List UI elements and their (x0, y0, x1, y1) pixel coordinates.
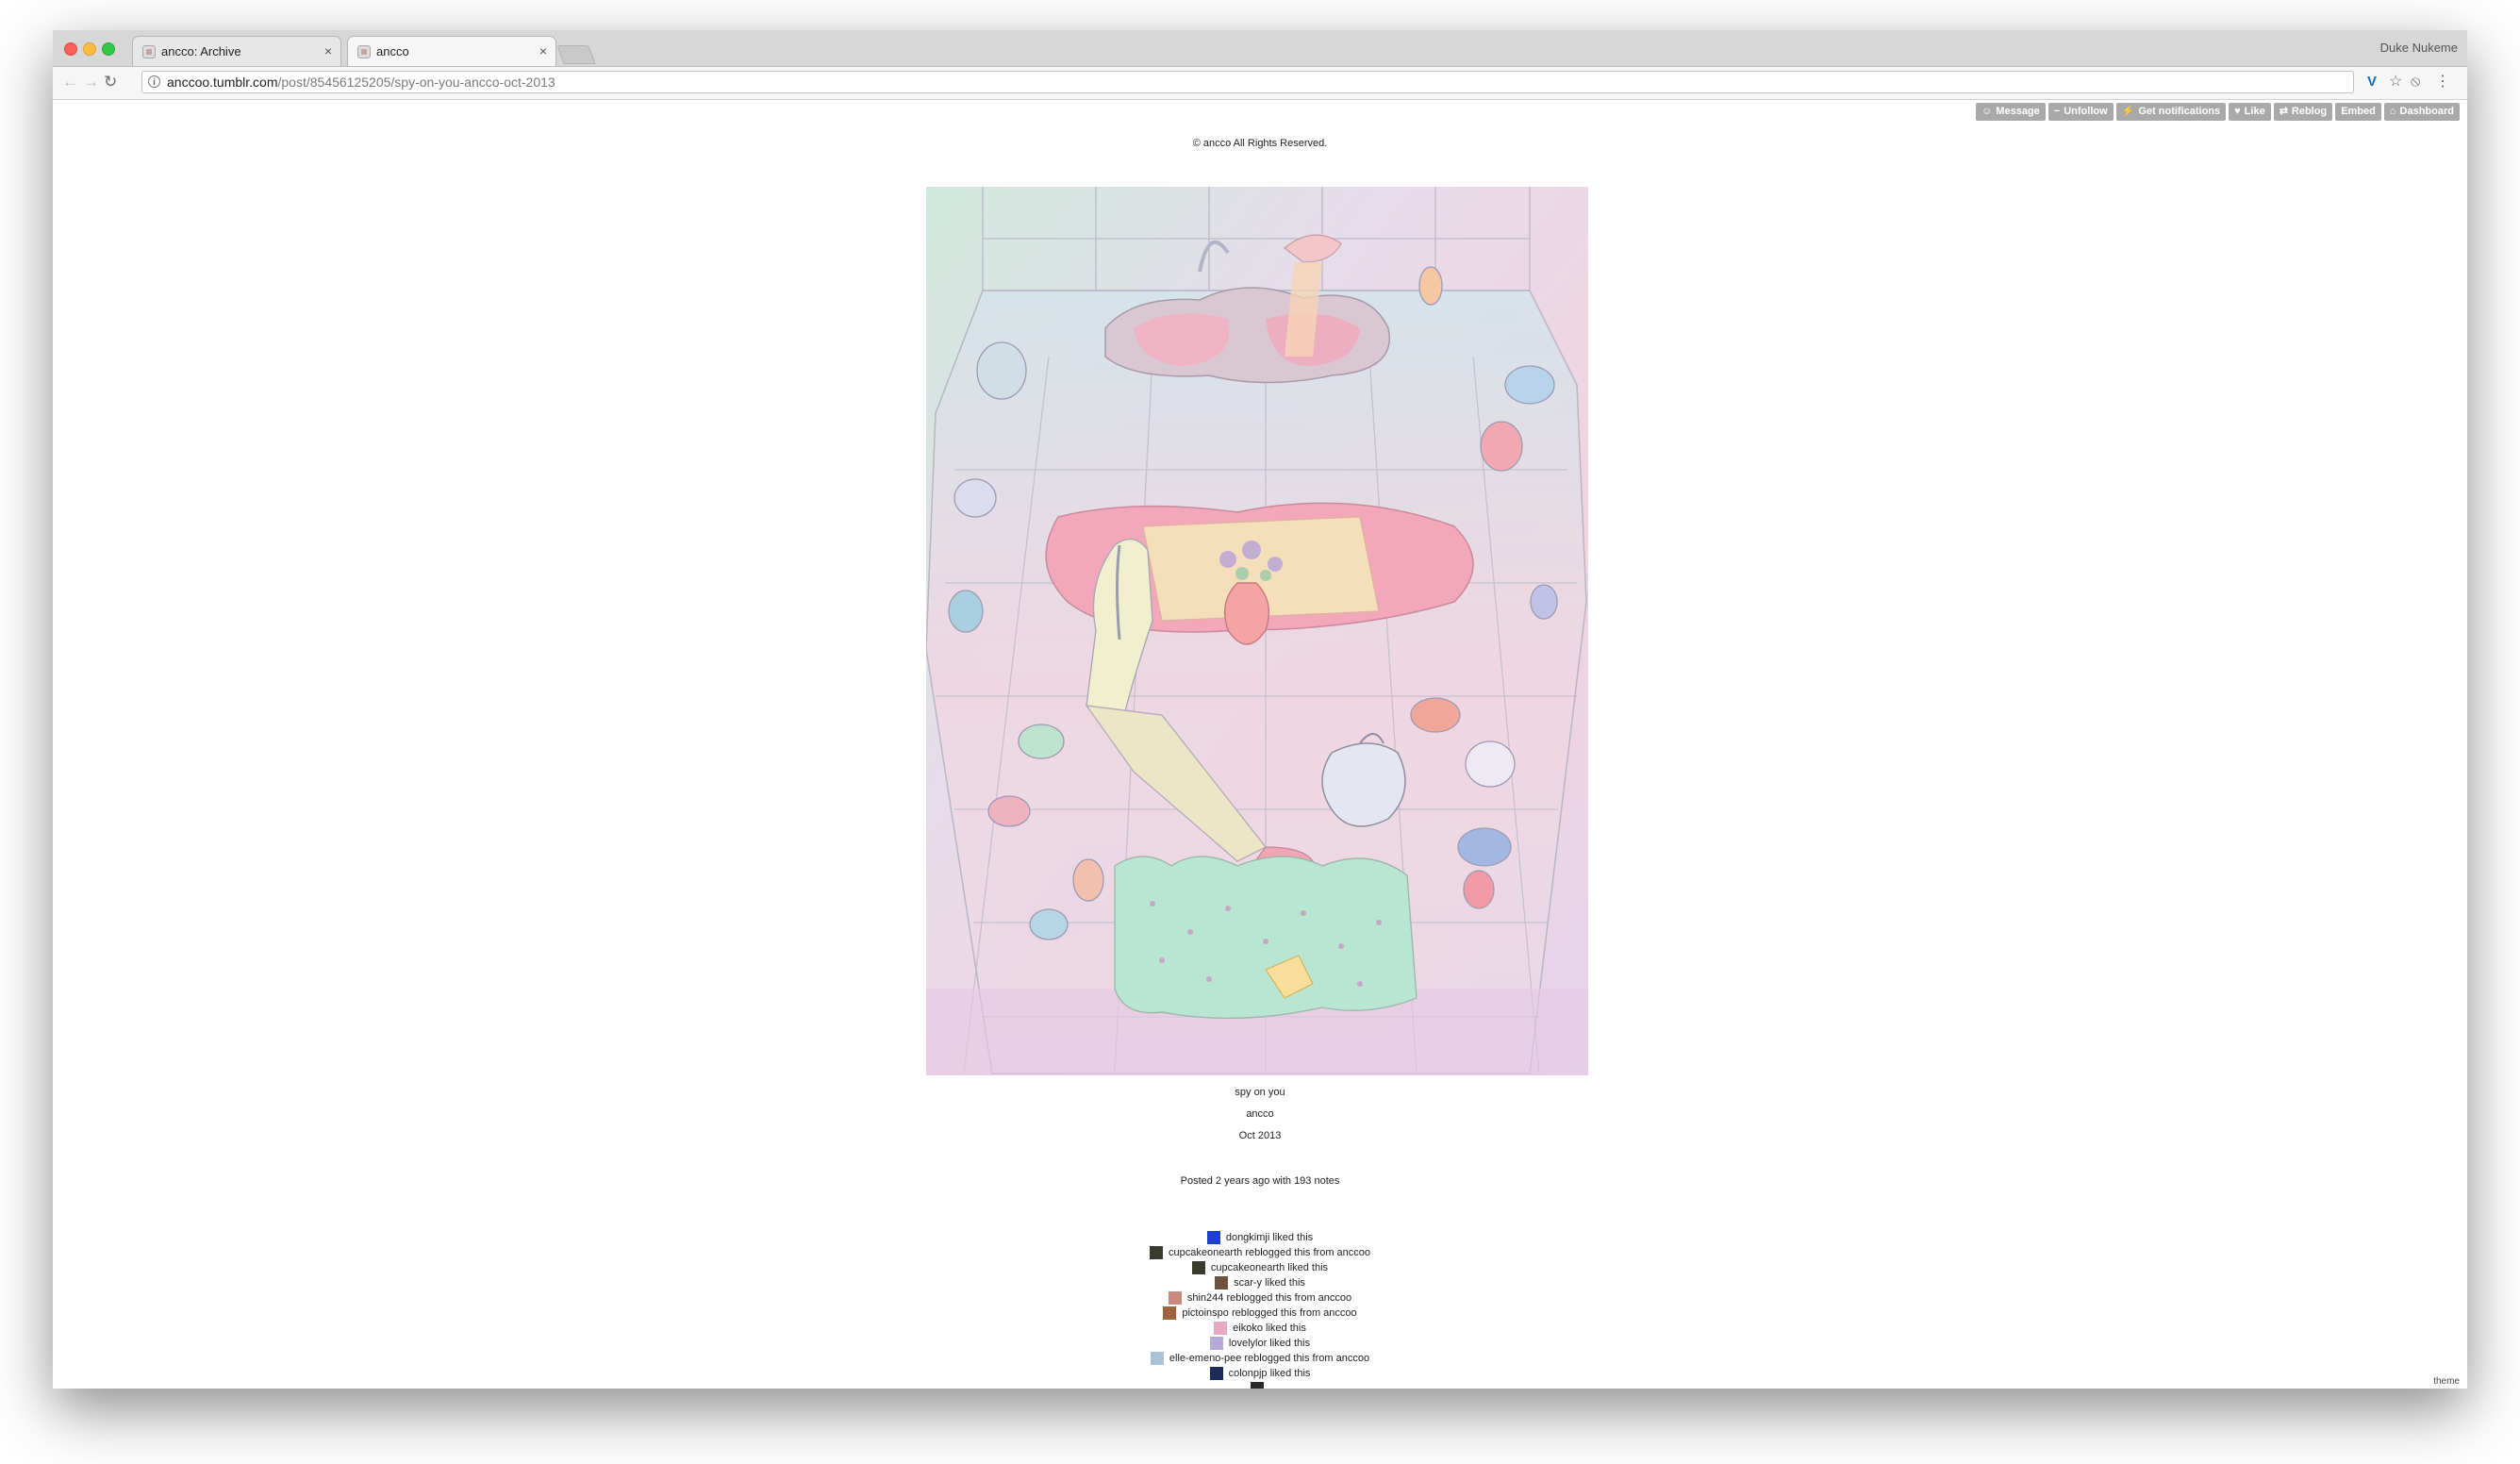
message-icon: ☺ (1981, 106, 1993, 117)
caption-title: spy on you (1235, 1087, 1285, 1098)
browser-menu-icon[interactable]: ⋮ (2435, 74, 2450, 91)
avatar[interactable] (1163, 1306, 1177, 1320)
reblog-label: Reblog (2291, 106, 2328, 117)
embed-button[interactable]: Embed (2335, 103, 2381, 121)
browser-window: ancco: Archive × ancco × Duke Nukeme ← →… (53, 30, 2467, 1389)
note-item[interactable]: shin244 reblogged this from anccoo (53, 1290, 2467, 1306)
avatar[interactable] (1214, 1322, 1228, 1335)
avatar[interactable] (1209, 1367, 1223, 1380)
post-meta[interactable]: Posted 2 years ago with 193 notes (53, 1175, 2467, 1187)
avatar[interactable] (1168, 1291, 1182, 1305)
page-content: ☺ Message − Unfollow ⚡ Get notifications ♥ L… (53, 100, 2467, 1389)
window-minimize-button[interactable] (83, 42, 96, 56)
note-item[interactable]: elle-emeno-pee reblogged this from ancco… (53, 1351, 2467, 1366)
post-artwork-image[interactable] (926, 187, 1588, 1075)
avatar[interactable] (1150, 1352, 1164, 1365)
bookmark-star-icon[interactable]: ☆ (2389, 74, 2402, 91)
tumblr-favicon-icon (142, 45, 156, 58)
like-label: Like (2244, 106, 2265, 117)
tab-title: ancco (376, 44, 409, 58)
back-arrow-icon[interactable]: ← (62, 74, 78, 91)
avatar[interactable] (1209, 1337, 1223, 1350)
tumblr-favicon-icon (357, 45, 371, 58)
like-button[interactable]: ♥ Like (2229, 103, 2271, 121)
lightning-icon: ⚡ (2121, 106, 2135, 117)
tab-strip: ancco: Archive × ancco × Duke Nukeme (53, 30, 2467, 67)
note-text: elle-emeno-pee reblogged this from ancco… (1169, 1353, 1370, 1364)
avatar[interactable] (1251, 1382, 1264, 1389)
note-text: colonpjp liked this (1228, 1368, 1311, 1379)
reload-icon[interactable]: ↻ (104, 74, 117, 91)
close-icon[interactable]: × (539, 43, 547, 58)
copyright-notice: © ancco All Rights Reserved. (1192, 138, 1328, 149)
message-button[interactable]: ☺ Message (1976, 103, 2046, 121)
note-text: lovelylor liked this (1228, 1338, 1311, 1349)
note-text: dongkimji liked this (1225, 1232, 1314, 1243)
info-icon[interactable]: i (148, 75, 160, 88)
new-tab-button[interactable] (556, 45, 596, 64)
tab-ancco[interactable]: ancco × (347, 36, 556, 66)
dashboard-button[interactable]: ⌂ Dashboard (2383, 103, 2460, 121)
note-item[interactable]: cupcakeonearth reblogged this from ancco… (53, 1245, 2467, 1260)
tumblr-controls: ☺ Message − Unfollow ⚡ Get notifications ♥ L… (1976, 103, 2460, 121)
minus-icon: − (2053, 106, 2061, 117)
url-path: /post/85456125205/spy-on-you-ancco-oct-2… (277, 75, 555, 90)
window-maximize-button[interactable] (102, 42, 115, 56)
get-notifications-button[interactable]: ⚡ Get notifications (2115, 103, 2227, 121)
note-item[interactable]: lovelylor liked this (53, 1336, 2467, 1351)
tab-title: ancco: Archive (161, 44, 241, 58)
url-text[interactable]: anccoo.tumblr.com/post/85456125205/spy-o… (167, 75, 555, 90)
unfollow-button[interactable]: − Unfollow (2048, 103, 2114, 121)
vimium-extension-icon[interactable]: V (2367, 74, 2377, 91)
note-text: pictoinspo reblogged this from anccoo (1182, 1307, 1357, 1319)
heart-icon: ♥ (2234, 106, 2241, 117)
message-label: Message (1996, 106, 2040, 117)
close-icon[interactable]: × (324, 43, 332, 58)
caption-artist: ancco (1246, 1108, 1274, 1120)
reblog-button[interactable]: ⇄ Reblog (2273, 103, 2333, 121)
unfollow-label: Unfollow (2064, 106, 2108, 117)
get-notifications-label: Get notifications (2138, 106, 2221, 117)
caption-date: Oct 2013 (1238, 1130, 1282, 1141)
note-text: eikoko liked this (1233, 1323, 1306, 1334)
avatar[interactable] (1215, 1276, 1229, 1289)
note-item[interactable]: cupcakeonearth liked this (53, 1260, 2467, 1275)
url-domain: anccoo.tumblr.com (167, 75, 278, 90)
note-item[interactable]: dongkimji liked this (53, 1230, 2467, 1245)
note-item[interactable]: pictoinspo reblogged this from anccoo (53, 1306, 2467, 1321)
note-item[interactable] (53, 1381, 2467, 1389)
note-text: shin244 reblogged this from anccoo (1186, 1292, 1352, 1304)
blocker-extension-icon[interactable]: ⦸ (2411, 74, 2420, 91)
profile-name[interactable]: Duke Nukeme (2380, 41, 2458, 55)
artwork-illustration (926, 187, 1588, 1075)
avatar[interactable] (1206, 1231, 1220, 1244)
embed-label: Embed (2341, 106, 2376, 117)
avatar[interactable] (1191, 1261, 1205, 1274)
note-text: cupcakeonearth reblogged this from ancco… (1168, 1247, 1371, 1258)
forward-arrow-icon[interactable]: → (83, 74, 99, 91)
avatar[interactable] (1149, 1246, 1163, 1259)
browser-toolbar: ← → ↻ i anccoo.tumblr.com/post/854561252… (53, 67, 2467, 100)
note-text: scar-y liked this (1234, 1277, 1305, 1289)
address-bar[interactable]: i anccoo.tumblr.com/post/85456125205/spy… (141, 71, 2354, 93)
note-item[interactable]: colonpjp liked this (53, 1366, 2467, 1381)
note-text: cupcakeonearth liked this (1210, 1262, 1329, 1273)
theme-link[interactable]: theme (2433, 1376, 2460, 1387)
dashboard-label: Dashboard (2399, 106, 2454, 117)
tab-archive[interactable]: ancco: Archive × (132, 36, 341, 66)
home-icon: ⌂ (2389, 106, 2396, 117)
notes-list: dongkimji liked this cupcakeonearth reblo… (53, 1230, 2467, 1389)
note-item[interactable]: eikoko liked this (53, 1321, 2467, 1336)
reblog-icon: ⇄ (2279, 106, 2288, 117)
window-close-button[interactable] (64, 42, 77, 56)
note-item[interactable]: scar-y liked this (53, 1275, 2467, 1290)
